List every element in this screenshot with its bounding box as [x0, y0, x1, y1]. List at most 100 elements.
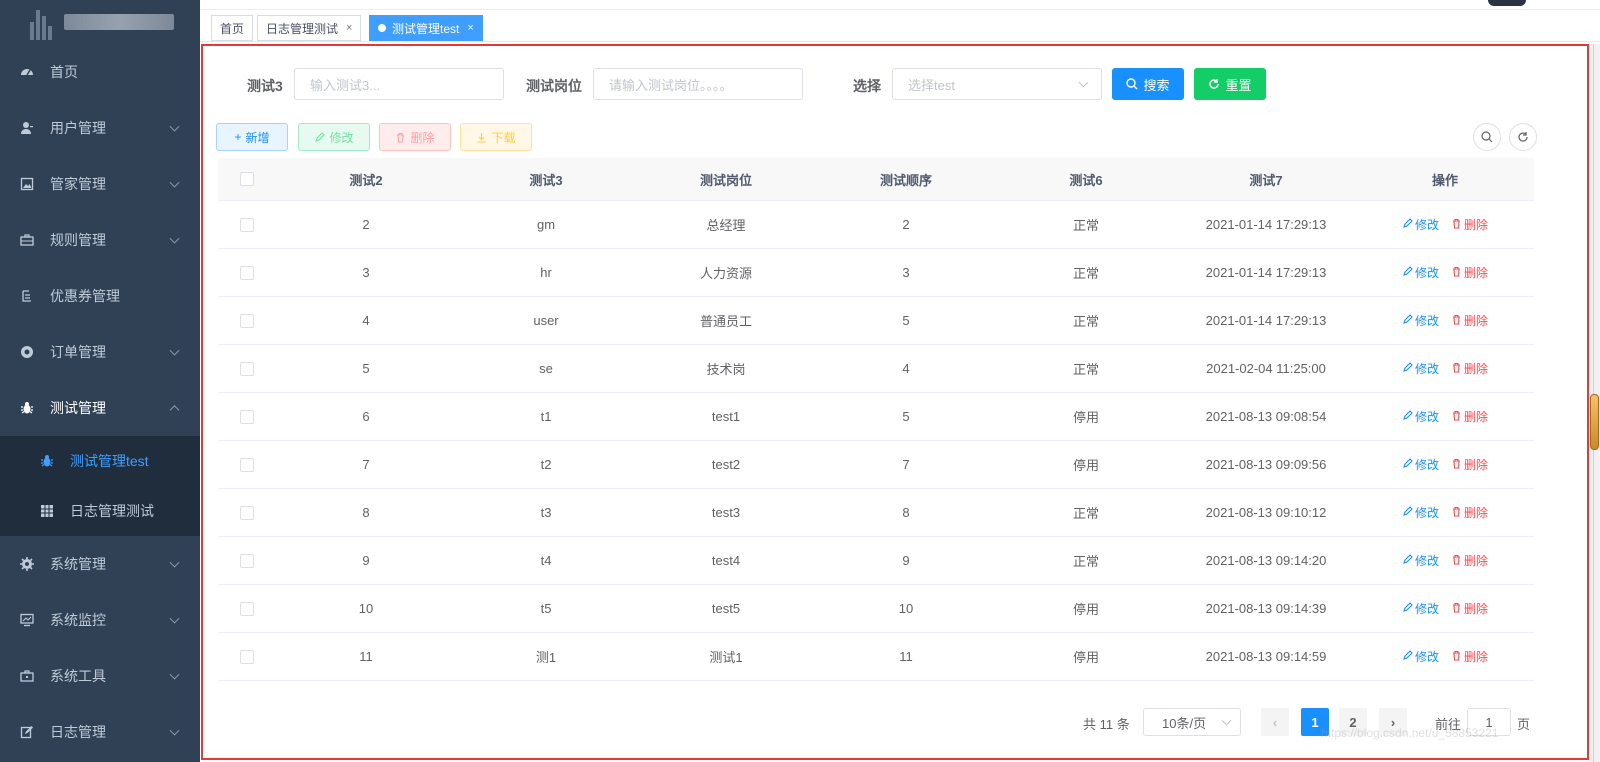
select-all-checkbox[interactable]	[240, 172, 254, 186]
field3-select[interactable]: 选择test	[892, 68, 1102, 100]
row-edit-button[interactable]: 修改	[1402, 504, 1439, 521]
column-header[interactable]: 测试6	[996, 170, 1176, 189]
row-edit-label: 修改	[1414, 602, 1439, 616]
add-button[interactable]: + 新增	[216, 123, 288, 151]
tag-test-management[interactable]: 测试管理test ×	[369, 15, 483, 41]
row-checkbox[interactable]	[240, 265, 254, 280]
sidebar-item-4[interactable]: 优惠券管理	[0, 268, 200, 324]
row-delete-button[interactable]: 删除	[1451, 264, 1488, 281]
page-size-select[interactable]: 10条/页	[1143, 708, 1241, 736]
sidebar-subitem-1[interactable]: 日志管理测试	[0, 486, 200, 536]
row-delete-button[interactable]: 删除	[1451, 600, 1488, 617]
table-row: 8 t3 test3 8 正常 2021-08-13 09:10:12 修改 删除	[218, 489, 1534, 537]
row-checkbox[interactable]	[240, 457, 254, 472]
column-header[interactable]: 测试3	[456, 170, 636, 189]
edit-icon	[1402, 505, 1413, 520]
row-checkbox[interactable]	[240, 649, 254, 664]
plus-icon: +	[234, 130, 242, 144]
table-cell: 11	[359, 649, 373, 664]
close-icon[interactable]: ×	[467, 22, 473, 34]
row-edit-button[interactable]: 修改	[1402, 456, 1439, 473]
row-delete-button[interactable]: 删除	[1451, 360, 1488, 377]
goto-suffix: 页	[1517, 717, 1531, 732]
row-checkbox[interactable]	[240, 553, 254, 568]
row-edit-button[interactable]: 修改	[1402, 216, 1439, 233]
row-edit-button[interactable]: 修改	[1402, 408, 1439, 425]
download-button[interactable]: 下载	[460, 123, 532, 151]
row-edit-button[interactable]: 修改	[1402, 600, 1439, 617]
row-edit-button[interactable]: 修改	[1402, 552, 1439, 569]
sidebar-item-8[interactable]: 系统监控	[0, 592, 200, 648]
gear-icon	[20, 557, 34, 571]
sidebar-item-6[interactable]: 测试管理	[0, 380, 200, 436]
tag-home[interactable]: 首页	[211, 15, 254, 41]
column-header[interactable]: 测试2	[276, 170, 456, 189]
field1-input[interactable]: 输入测试3...	[294, 68, 504, 100]
row-delete-button[interactable]: 删除	[1451, 648, 1488, 665]
row-checkbox[interactable]	[240, 313, 254, 328]
row-delete-button[interactable]: 删除	[1451, 312, 1488, 329]
row-checkbox[interactable]	[240, 601, 254, 616]
sidebar-subitem-0[interactable]: 测试管理test	[0, 436, 200, 486]
tag-label: 日志管理测试	[266, 21, 339, 36]
row-edit-label: 修改	[1414, 314, 1439, 328]
column-header[interactable]: 测试7	[1176, 170, 1356, 189]
row-edit-button[interactable]: 修改	[1402, 312, 1439, 329]
vertical-scrollbar[interactable]	[1589, 44, 1600, 762]
table-cell: test3	[711, 505, 741, 520]
row-edit-button[interactable]: 修改	[1402, 360, 1439, 377]
close-icon[interactable]: ×	[346, 22, 352, 34]
row-delete-button[interactable]: 删除	[1451, 216, 1488, 233]
row-delete-button[interactable]: 删除	[1451, 456, 1488, 473]
search-button[interactable]: 搜索	[1112, 68, 1184, 100]
chevron-down-icon	[1221, 715, 1232, 726]
table-cell: 7	[362, 457, 370, 472]
sidebar-item-label: 优惠券管理	[50, 288, 120, 304]
sidebar-item-7[interactable]: 系统管理	[0, 536, 200, 592]
prev-page-button[interactable]: ‹	[1261, 708, 1289, 736]
sidebar-item-10[interactable]: 日志管理	[0, 704, 200, 760]
row-checkbox[interactable]	[240, 361, 254, 376]
table-cell: 停用	[1072, 458, 1099, 473]
toggle-search-button[interactable]	[1473, 123, 1501, 151]
row-edit-button[interactable]: 修改	[1402, 648, 1439, 665]
table-cell: 8	[902, 505, 910, 520]
row-checkbox[interactable]	[240, 409, 254, 424]
sidebar-item-label: 管家管理	[50, 176, 106, 192]
reset-button[interactable]: 重置	[1194, 68, 1266, 100]
field2-input[interactable]: 请输入测试岗位。。。。	[593, 68, 803, 100]
column-header[interactable]: 测试顺序	[816, 170, 996, 189]
table-row: 3 hr 人力资源 3 正常 2021-01-14 17:29:13 修改 删除	[218, 249, 1534, 297]
sidebar-item-3[interactable]: 规则管理	[0, 212, 200, 268]
sidebar-subitem-label: 日志管理测试	[70, 503, 154, 519]
sidebar-item-2[interactable]: 管家管理	[0, 156, 200, 212]
row-checkbox[interactable]	[240, 505, 254, 520]
sidebar-item-9[interactable]: 系统工具	[0, 648, 200, 704]
row-checkbox[interactable]	[240, 217, 254, 232]
scrollbar-thumb[interactable]	[1590, 394, 1599, 450]
refresh-icon	[1518, 132, 1528, 142]
row-delete-label: 删除	[1464, 458, 1489, 472]
delete-button[interactable]: 删除	[379, 123, 451, 151]
table-cell: user	[533, 313, 559, 328]
row-edit-button[interactable]: 修改	[1402, 264, 1439, 281]
refresh-button[interactable]	[1509, 123, 1537, 151]
sidebar-item-label: 规则管理	[50, 232, 106, 248]
table-cell: 正常	[1072, 506, 1099, 521]
toolbox-icon	[20, 669, 34, 683]
row-delete-button[interactable]: 删除	[1451, 552, 1488, 569]
avatar[interactable]	[1488, 0, 1526, 6]
edit-button[interactable]: 修改	[298, 123, 370, 151]
row-actions: 修改 删除	[1356, 504, 1534, 521]
sidebar-item-5[interactable]: 订单管理	[0, 324, 200, 380]
row-delete-button[interactable]: 删除	[1451, 408, 1488, 425]
sidebar-item-0[interactable]: 首页	[0, 44, 200, 100]
table-cell: 正常	[1072, 218, 1099, 233]
tag-log-test[interactable]: 日志管理测试 ×	[257, 15, 362, 41]
row-delete-button[interactable]: 删除	[1451, 504, 1488, 521]
row-actions: 修改 删除	[1356, 552, 1534, 569]
sidebar-item-1[interactable]: 用户管理	[0, 100, 200, 156]
table-cell: 2021-08-13 09:14:39	[1205, 601, 1327, 616]
tag-label: 首页	[220, 21, 245, 36]
column-header[interactable]: 测试岗位	[636, 170, 816, 189]
